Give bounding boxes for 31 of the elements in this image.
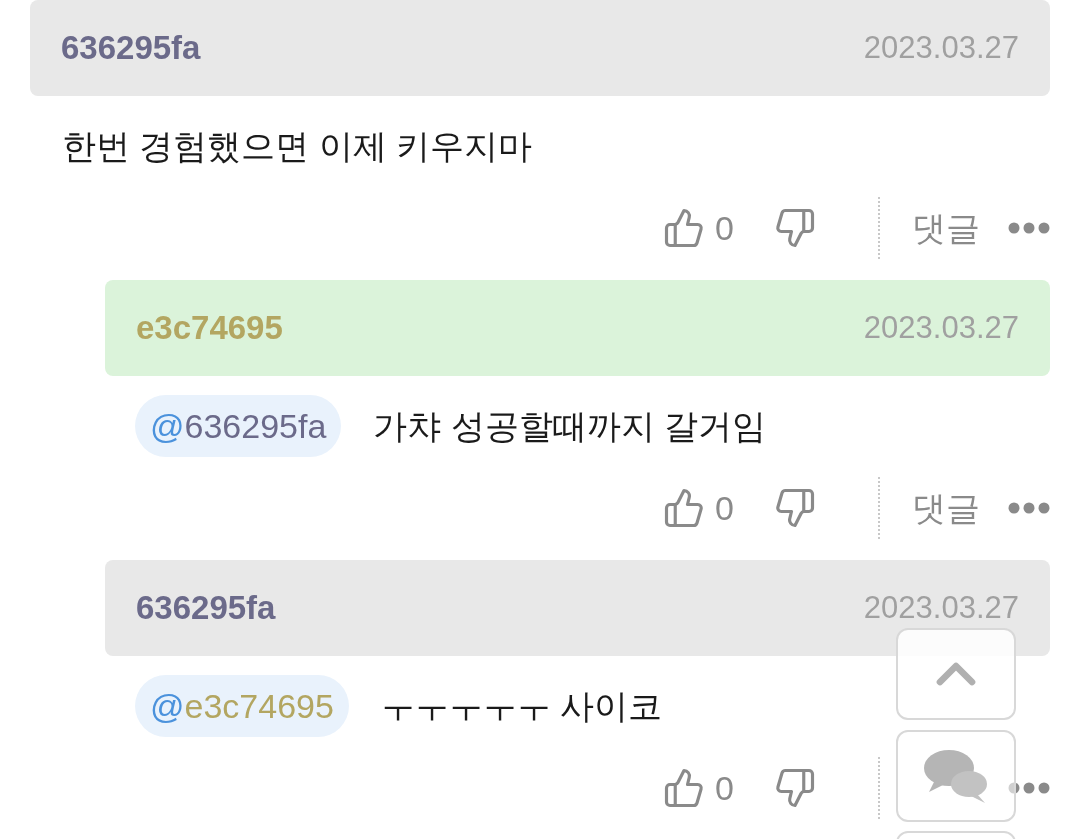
thumbs-down-icon[interactable] — [774, 767, 816, 809]
mention-name: e3c74695 — [184, 685, 334, 727]
thumbs-down-icon[interactable] — [774, 487, 816, 529]
comment-date: 2023.03.27 — [863, 308, 1019, 347]
author-name: 636295fa — [136, 588, 276, 629]
comments-button[interactable] — [896, 730, 1016, 822]
at-sign: @ — [150, 685, 185, 727]
author-name: 636295fa — [61, 28, 201, 69]
comment-text: ㅜㅜㅜㅜㅜ 사이코 — [380, 685, 663, 727]
mention-tag[interactable]: @636295fa — [135, 395, 342, 457]
thumbs-up-icon[interactable] — [663, 767, 706, 809]
author-name: e3c74695 — [136, 308, 283, 349]
more-icon[interactable] — [1008, 502, 1050, 514]
mention-name: 636295fa — [184, 405, 327, 447]
thumbs-up-icon[interactable] — [663, 487, 706, 529]
reply-link[interactable]: 댓글 — [912, 482, 980, 534]
scroll-top-button[interactable] — [896, 628, 1016, 720]
like-count: 0 — [715, 207, 734, 249]
more-icon[interactable] — [1008, 222, 1050, 234]
mention-tag[interactable]: @e3c74695 — [135, 675, 349, 737]
like-count: 0 — [715, 767, 734, 809]
like-count: 0 — [715, 487, 734, 529]
comment-date: 2023.03.27 — [863, 588, 1019, 627]
comment-date: 2023.03.27 — [863, 28, 1019, 67]
comment-text: 한번 경험했으면 이제 키우지마 — [62, 125, 533, 167]
comment-text: 가챠 성공할때까지 갈거임 — [373, 405, 767, 447]
reply-link[interactable]: 댓글 — [912, 202, 980, 254]
thumbs-down-icon[interactable] — [774, 207, 816, 249]
at-sign: @ — [150, 405, 185, 447]
more-icon[interactable] — [1008, 782, 1050, 794]
thumbs-up-icon[interactable] — [663, 207, 706, 249]
